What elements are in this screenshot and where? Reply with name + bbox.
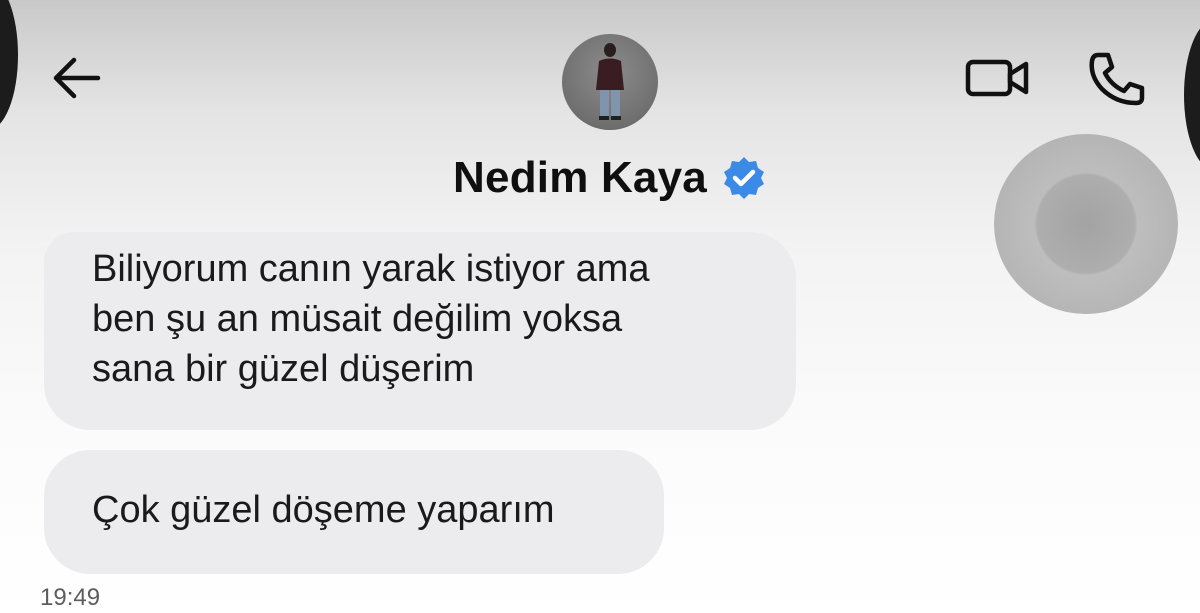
video-call-button[interactable] — [962, 52, 1034, 104]
message-text-line: sana bir güzel düşerim — [92, 348, 475, 390]
message-bubble[interactable]: Biliyorum canın yarak istiyor ama ben şu… — [44, 232, 796, 430]
voice-call-button[interactable] — [1082, 48, 1150, 108]
back-button[interactable] — [46, 50, 106, 106]
contact-name: Nedim Kaya — [453, 153, 707, 202]
screen-edge-left — [0, 0, 18, 130]
arrow-left-icon — [53, 57, 101, 99]
message-timestamp: 19:49 — [40, 584, 101, 611]
verified-badge-icon — [721, 155, 767, 201]
message-text-line: ben şu an müsait değilim yoksa — [92, 298, 623, 340]
message-bubble[interactable]: Çok güzel döşeme yaparım — [44, 450, 664, 574]
video-camera-icon — [965, 59, 1029, 97]
person-photo-icon — [596, 43, 624, 120]
screen-edge-right — [1184, 20, 1200, 170]
contact-avatar[interactable] — [562, 34, 658, 130]
contact-header[interactable]: Nedim Kaya — [410, 148, 810, 208]
message-text-line: Çok güzel döşeme yaparım — [92, 489, 555, 531]
message-text-line: Biliyorum canın yarak istiyor ama — [92, 248, 650, 290]
phone-icon — [1089, 52, 1145, 106]
touch-indicator — [994, 134, 1178, 314]
